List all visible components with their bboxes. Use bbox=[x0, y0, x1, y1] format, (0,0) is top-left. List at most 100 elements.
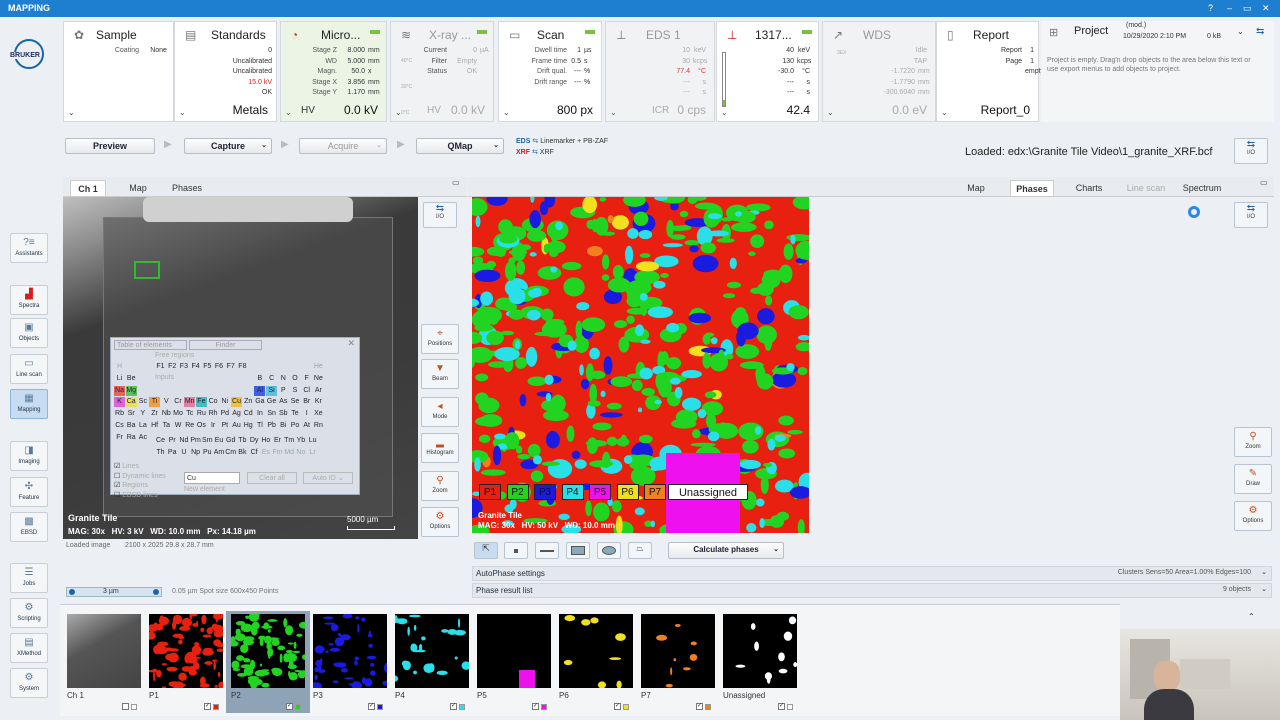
chevron-down-icon[interactable]: ⌄ bbox=[395, 108, 402, 117]
element-er[interactable]: Er bbox=[272, 436, 283, 446]
sync-icon[interactable]: ⇆ bbox=[1256, 26, 1264, 37]
thumbnail-p4[interactable] bbox=[395, 614, 469, 688]
periodic-table-dialog[interactable]: Table of elements Finder ✕ Free regions … bbox=[110, 337, 360, 499]
tab-map[interactable]: Map bbox=[122, 180, 154, 196]
tab-line-scan[interactable]: Line scan bbox=[1124, 180, 1168, 196]
thumbnail-checkbox[interactable]: ✓ bbox=[778, 703, 785, 710]
element-po[interactable]: Po bbox=[290, 421, 301, 431]
qmap-button[interactable]: QMap ⌄ bbox=[416, 138, 504, 154]
element-al[interactable]: Al bbox=[254, 385, 266, 396]
maximize-button[interactable]: ▭ bbox=[1243, 3, 1252, 14]
element-yb[interactable]: Yb bbox=[295, 436, 306, 446]
tab-map[interactable]: Map bbox=[960, 180, 992, 196]
element-ac[interactable]: Ac bbox=[137, 433, 148, 443]
element-sr[interactable]: Sr bbox=[126, 409, 137, 419]
element-fe[interactable]: Fe bbox=[195, 397, 207, 408]
tab-charts[interactable]: Charts bbox=[1070, 180, 1108, 196]
sidebar-item-line-scan[interactable]: ▭ Line scan bbox=[10, 354, 48, 384]
element-kr[interactable]: Kr bbox=[313, 397, 324, 407]
options-button[interactable]: ⚙ Options bbox=[1234, 501, 1272, 531]
thumbnail-ch 1[interactable] bbox=[67, 614, 141, 688]
roi-rectangle[interactable] bbox=[134, 261, 160, 279]
sidebar-item-objects[interactable]: ▣ Objects bbox=[10, 318, 48, 348]
thumbnail-checkbox[interactable]: ✓ bbox=[286, 703, 293, 710]
element-y[interactable]: Y bbox=[137, 409, 148, 419]
chevron-down-icon[interactable]: ⌄ bbox=[503, 108, 510, 117]
thumbnail-unassigned[interactable] bbox=[723, 614, 797, 688]
ellipse-tool[interactable] bbox=[597, 542, 621, 559]
element-sm[interactable]: Sm bbox=[202, 436, 213, 446]
element-eu[interactable]: Eu bbox=[214, 436, 225, 446]
element-o[interactable]: O bbox=[290, 374, 301, 384]
close-button[interactable]: ✕ bbox=[1262, 3, 1270, 14]
element-cf[interactable]: Cf bbox=[249, 448, 260, 458]
io-button[interactable]: ⇆ I/O bbox=[1234, 202, 1268, 228]
element-ga[interactable]: Ga bbox=[254, 397, 265, 407]
legend-chip-p6[interactable]: P6 bbox=[616, 484, 639, 500]
element-tc[interactable]: Tc bbox=[184, 409, 195, 419]
chevron-down-icon[interactable]: ⌄ bbox=[941, 108, 948, 117]
element-cr[interactable]: Cr bbox=[173, 397, 184, 407]
minimize-view-icon[interactable]: ▭ bbox=[1260, 178, 1268, 187]
io-button[interactable]: ⇆ I/O bbox=[423, 202, 457, 228]
thumbnail-checkbox[interactable]: ✓ bbox=[532, 703, 539, 710]
element-dy[interactable]: Dy bbox=[249, 436, 260, 446]
element-hg[interactable]: Hg bbox=[243, 421, 254, 431]
zoom-button[interactable]: ⚲ Zoom bbox=[1234, 427, 1272, 457]
element-pt[interactable]: Pt bbox=[219, 421, 230, 431]
close-icon[interactable]: ✕ bbox=[347, 338, 355, 349]
thumbnail-p6[interactable] bbox=[559, 614, 633, 688]
sidebar-item-spectra[interactable]: ▟ Spectra bbox=[10, 285, 48, 315]
element-no[interactable]: No bbox=[295, 448, 306, 458]
element-n[interactable]: N bbox=[278, 374, 289, 384]
chevron-down-icon[interactable]: ⌄ bbox=[1237, 27, 1244, 36]
element-na[interactable]: Na bbox=[114, 385, 125, 396]
io-button[interactable]: ⇆ I/O bbox=[1234, 138, 1268, 164]
sample-panel[interactable]: ✿ Sample Coating None ⌄ bbox=[63, 21, 174, 122]
element-pu[interactable]: Pu bbox=[202, 448, 213, 458]
legend-chip-p7[interactable]: P7 bbox=[644, 484, 666, 500]
element-nd[interactable]: Nd bbox=[178, 436, 189, 446]
help-button[interactable]: ? bbox=[1208, 3, 1213, 13]
chevron-down-icon[interactable]: ⌄ bbox=[68, 108, 75, 117]
histogram-button[interactable]: ▂ Histogram bbox=[421, 433, 459, 463]
element-li[interactable]: Li bbox=[114, 374, 125, 384]
sidebar-item-imaging[interactable]: ◨ Imaging bbox=[10, 441, 48, 471]
free-region-key[interactable]: F7 bbox=[225, 362, 236, 372]
legend-chip-p4[interactable]: P4 bbox=[561, 484, 584, 500]
element-ce[interactable]: Ce bbox=[155, 436, 166, 446]
element-ar[interactable]: Ar bbox=[313, 386, 324, 396]
element-pb[interactable]: Pb bbox=[266, 421, 277, 431]
element-np[interactable]: Np bbox=[190, 448, 201, 458]
element-in[interactable]: In bbox=[254, 409, 265, 419]
element-ho[interactable]: Ho bbox=[260, 436, 271, 446]
element-ir[interactable]: Ir bbox=[208, 421, 219, 431]
thumbnail-p1[interactable] bbox=[149, 614, 223, 688]
element-rh[interactable]: Rh bbox=[208, 409, 219, 419]
sidebar-item-ebsd[interactable]: ▩ EBSD bbox=[10, 512, 48, 542]
element-lu[interactable]: Lu bbox=[307, 436, 318, 446]
thumbnail-p7[interactable] bbox=[641, 614, 715, 688]
element-tm[interactable]: Tm bbox=[284, 436, 295, 446]
element-sn[interactable]: Sn bbox=[266, 409, 277, 419]
element-tl[interactable]: Tl bbox=[254, 421, 265, 431]
standards-panel[interactable]: ▤ Standards 0 Uncalibrated Uncalibrated … bbox=[174, 21, 277, 122]
point-tool[interactable] bbox=[504, 542, 528, 559]
element-re[interactable]: Re bbox=[184, 421, 195, 431]
element-sb[interactable]: Sb bbox=[278, 409, 289, 419]
line-tool[interactable] bbox=[535, 542, 559, 559]
chevron-down-icon[interactable]: ⌄ bbox=[610, 108, 617, 117]
element-ge[interactable]: Ge bbox=[266, 397, 277, 407]
element-sc[interactable]: Sc bbox=[137, 397, 148, 407]
element-f[interactable]: F bbox=[301, 374, 312, 384]
element-ne[interactable]: Ne bbox=[313, 374, 324, 384]
sidebar-item-jobs[interactable]: ☰ Jobs bbox=[10, 563, 48, 593]
element-br[interactable]: Br bbox=[301, 397, 312, 407]
element-as[interactable]: As bbox=[278, 397, 289, 407]
element-ca[interactable]: Ca bbox=[125, 397, 137, 408]
element-h[interactable]: H bbox=[114, 362, 125, 372]
element-mo[interactable]: Mo bbox=[173, 409, 184, 419]
element-bi[interactable]: Bi bbox=[278, 421, 289, 431]
element-i[interactable]: I bbox=[301, 409, 312, 419]
thumbnail-checkbox[interactable]: ✓ bbox=[450, 703, 457, 710]
